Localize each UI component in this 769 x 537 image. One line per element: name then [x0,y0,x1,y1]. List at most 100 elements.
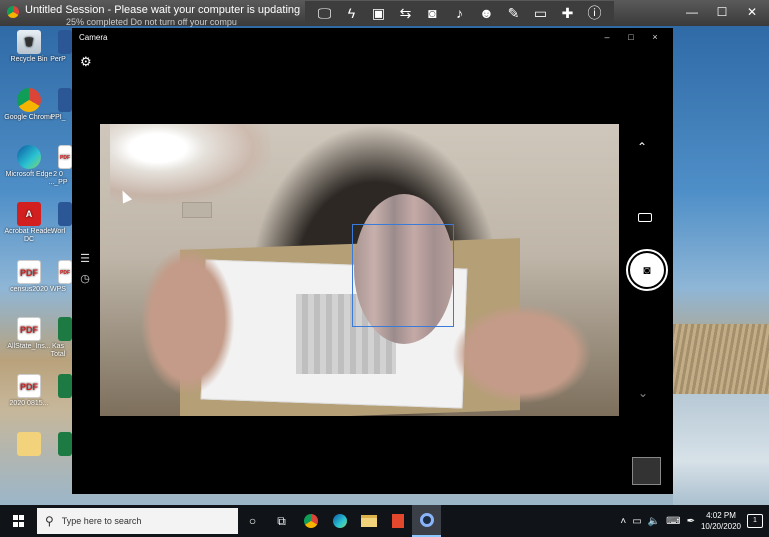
recycle-bin-icon: 🗑 [17,30,41,54]
camera-close-button[interactable]: × [643,30,667,44]
clock[interactable]: 4:02 PM 10/20/2020 [701,510,741,532]
close-button[interactable]: ✕ [737,0,767,24]
camera-window-controls: – □ × [595,30,667,44]
pdf-icon: PDF [58,145,72,169]
search-placeholder: Type here to search [61,516,142,526]
timer-icon[interactable]: ◷ [78,272,92,286]
camera-window: Camera – □ × ⚙ ☰ ◷ VXA ⌃ ◙ ⌄ [72,28,673,494]
session-toolbar: 🖵 ϟ ▣ ⇆ ◙ ♪ ☻ ✎ ▭ ✚ ⓘ [305,1,614,25]
desktop-icon-col2-6[interactable]: Kas Total [44,317,72,359]
minimize-button[interactable]: — [677,0,707,24]
taskbar-file-explorer[interactable] [354,505,383,537]
taskbar-camera[interactable] [412,505,441,537]
folder-icon [17,432,41,456]
users-icon[interactable]: ☻ [473,1,500,25]
desktop-icon-label: PerP [50,56,66,63]
task-view-button[interactable]: ⧉ [267,505,296,537]
pen-icon[interactable]: ✒ [687,516,695,527]
volume-icon[interactable]: 🔈 [648,516,660,527]
desktop-icon-label: Worl [50,228,66,235]
camera-icon [419,513,434,527]
desktop-icon-col2-7[interactable] [44,374,72,400]
video-mode-icon[interactable] [638,213,652,222]
wallpaper-lake [673,394,769,505]
chrome-icon [17,88,41,112]
spreadsheet-icon [58,374,72,398]
transfer-icon[interactable]: ⇆ [392,1,419,25]
session-window-controls: — ☐ ✕ [677,0,767,24]
camera-minimize-button[interactable]: – [595,30,619,44]
info-icon[interactable]: ⓘ [581,1,608,25]
desktop-icon-col2-4[interactable]: Worl [44,202,72,236]
pdf-icon: PDF [17,317,41,341]
desktop-icon-label: WPS [50,286,66,293]
keyboard-icon[interactable]: ⌨ [666,516,680,527]
clock-time: 4:02 PM [706,511,736,520]
desktop-icon-label: Kas Total [50,343,66,358]
desktop-icon-col2-2[interactable]: PPI_ [44,88,72,122]
pdf-icon: PDF [58,260,72,284]
taskbar-office[interactable] [383,505,412,537]
photo-thumbnail[interactable] [632,457,661,485]
acrobat-icon: A [17,202,41,226]
take-photo-button[interactable]: ◙ [626,249,668,291]
chevron-up-icon[interactable]: ˄ [620,516,626,527]
right-hand [452,304,592,404]
camera-title: Camera [79,33,108,42]
settings-gear-icon[interactable]: ⚙ [80,54,92,70]
bolt-icon[interactable]: ϟ [338,1,365,25]
folder-icon [360,515,377,527]
office-icon [391,514,404,528]
notification-icon[interactable]: 1 [747,514,763,528]
camera-icon[interactable]: ◙ [419,1,446,25]
chrome-icon [303,514,318,528]
ceiling-light [110,124,270,204]
start-button[interactable] [0,505,37,537]
wall-vent [182,202,212,218]
plus-icon[interactable]: ✚ [554,1,581,25]
desktop-icon-col2-3[interactable]: PDF 2 0 ..._PP [44,145,72,187]
document-mode-icon[interactable]: ☰ [78,252,92,266]
briefcase-icon[interactable]: ▣ [365,1,392,25]
wallpaper-field [673,324,769,399]
desktop-icon-label: Recycle Bin [10,56,48,63]
desktop-icon-col2-8[interactable] [44,432,72,458]
cortana-button[interactable]: ○ [238,505,267,537]
desktop-icon-label: 2020 0815... [9,400,49,407]
desktop-icon-col2-5[interactable]: PDF WPS [44,260,72,294]
taskbar-chrome[interactable] [296,505,325,537]
desktop-icon-label: census2020 [10,286,48,293]
spreadsheet-icon [58,317,72,341]
chevron-down-icon[interactable]: ⌄ [638,386,648,400]
spreadsheet-icon [58,432,72,456]
camera-side-tools: ☰ ◷ [78,252,92,286]
pdf-icon: PDF [17,374,41,398]
document-icon [58,202,72,226]
session-status: 25% completed Do not turn off your compu [66,17,237,27]
document-icon [58,30,72,54]
mic-icon[interactable]: ♪ [446,1,473,25]
left-hand [140,246,235,396]
chat-icon[interactable]: ▭ [527,1,554,25]
camera-maximize-button[interactable]: □ [619,30,643,44]
camera-shutter-icon: ◙ [630,253,664,287]
session-title: Untitled Session - Please wait your comp… [25,4,301,16]
taskbar-edge[interactable] [325,505,354,537]
edge-icon [17,145,41,169]
desktop-icon-label: PPI_ [50,114,66,121]
search-icon: ⚲ [45,514,54,528]
desktop-icon-col2-1[interactable]: PerP [44,30,72,64]
maximize-button[interactable]: ☐ [707,0,737,24]
monitor-icon[interactable]: 🖵 [311,1,338,25]
windows-logo-icon [12,515,25,527]
pen-icon[interactable]: ✎ [500,1,527,25]
remote-session-bar: Untitled Session - Please wait your comp… [0,0,769,27]
camera-viewfinder: VXA [100,124,619,416]
taskbar-search[interactable]: ⚲ Type here to search [37,508,238,534]
chrome-icon [7,6,19,18]
pdf-icon: PDF [17,260,41,284]
chevron-up-icon[interactable]: ⌃ [637,140,647,154]
document-icon [58,88,72,112]
face-detection-frame [352,224,454,327]
network-icon[interactable]: ▭ [632,516,641,527]
